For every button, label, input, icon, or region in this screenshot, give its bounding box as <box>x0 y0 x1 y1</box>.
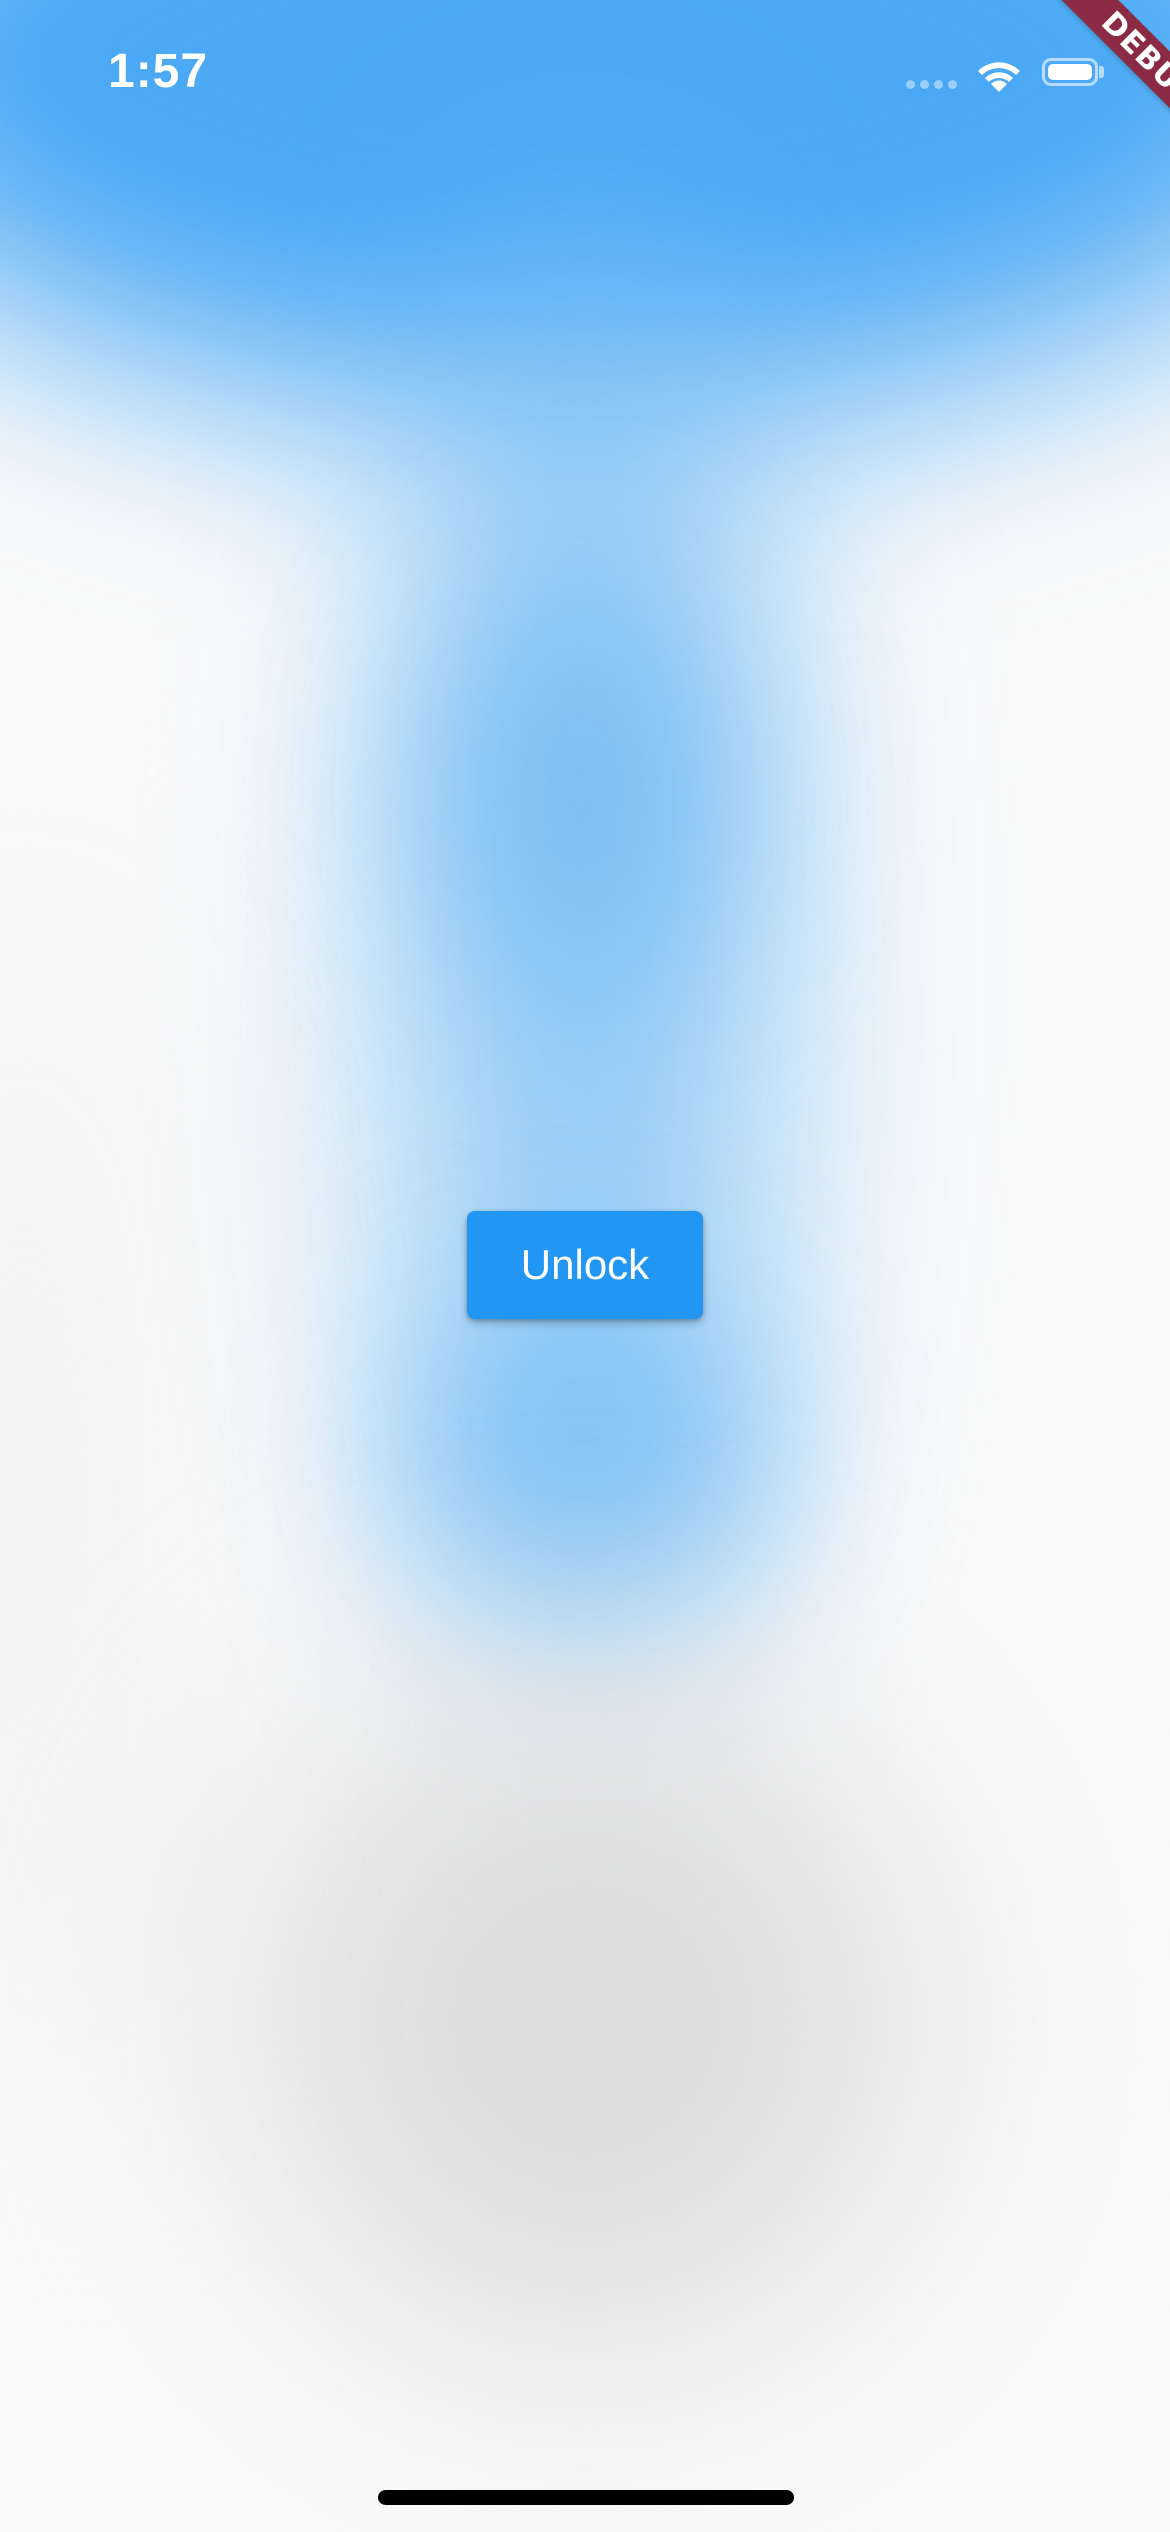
background-blur-center-lower <box>400 1300 770 1600</box>
unlock-button[interactable]: Unlock <box>467 1211 703 1319</box>
cellular-signal-icon <box>906 80 958 92</box>
background-blur-center-upper <box>430 580 730 1000</box>
background-blur-left <box>0 900 200 2100</box>
status-time: 1:57 <box>108 45 209 98</box>
battery-icon <box>1042 58 1098 86</box>
wifi-icon <box>972 54 1026 94</box>
battery-level <box>1048 64 1092 80</box>
background-blur-bottom <box>250 1680 920 2360</box>
home-indicator[interactable] <box>378 2490 794 2505</box>
battery-tip <box>1099 66 1104 78</box>
status-bar: 1:57 <box>0 0 1170 150</box>
